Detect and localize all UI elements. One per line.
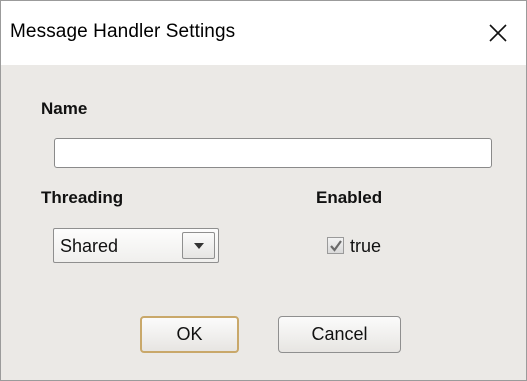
threading-dropdown-button[interactable] bbox=[182, 232, 215, 259]
close-icon bbox=[489, 24, 507, 42]
threading-select-value: Shared bbox=[60, 236, 119, 256]
dialog-window: Message Handler Settings Name Threading … bbox=[0, 0, 527, 381]
title-bar: Message Handler Settings bbox=[1, 1, 526, 65]
chevron-down-icon bbox=[194, 243, 204, 249]
name-label: Name bbox=[41, 99, 88, 118]
enabled-label: Enabled bbox=[316, 188, 383, 207]
enabled-checkbox-label: true bbox=[350, 236, 382, 256]
ok-button[interactable]: OK bbox=[140, 316, 239, 353]
window-title: Message Handler Settings bbox=[10, 21, 236, 42]
name-input[interactable] bbox=[54, 138, 492, 168]
cancel-button[interactable]: Cancel bbox=[278, 316, 401, 353]
enabled-checkbox[interactable] bbox=[327, 237, 344, 254]
checkmark-icon bbox=[330, 240, 342, 252]
close-button[interactable] bbox=[464, 1, 526, 65]
threading-select[interactable]: Shared bbox=[53, 228, 219, 263]
dialog-body: Name Threading Shared Enabled true OK Ca… bbox=[1, 65, 526, 380]
threading-label: Threading bbox=[41, 188, 124, 207]
